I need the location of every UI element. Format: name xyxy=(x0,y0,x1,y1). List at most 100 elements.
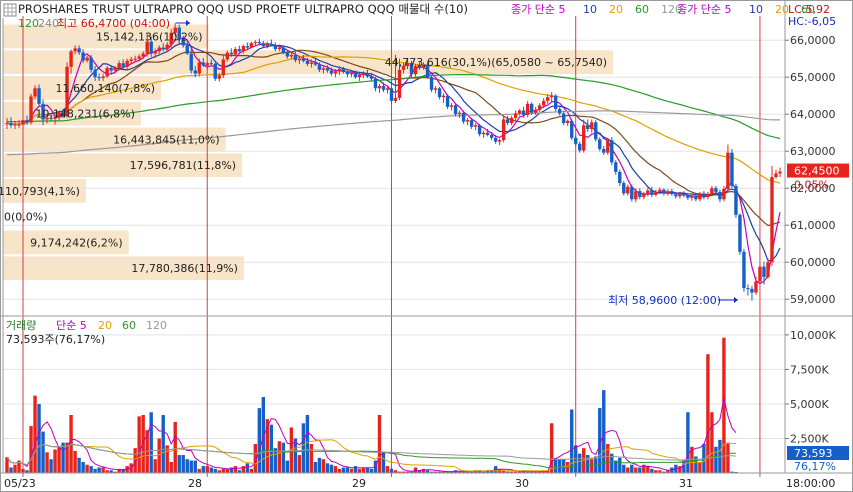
candle-body xyxy=(149,41,153,54)
candle-body xyxy=(513,113,518,118)
volume-legend-item: 20 xyxy=(98,319,112,332)
volume-bar xyxy=(301,423,306,473)
candle-body xyxy=(766,262,770,277)
volume-bar xyxy=(329,464,334,473)
volume-profile-label: 17,780,386(11,9%) xyxy=(131,262,238,275)
price-axis-label: 59,0000 xyxy=(790,293,836,306)
volume-bar xyxy=(45,452,49,473)
volume-bar xyxy=(61,442,65,473)
candle-body xyxy=(93,69,97,78)
volume-bar xyxy=(345,467,350,473)
candle-body xyxy=(389,88,394,101)
candle-body xyxy=(85,57,89,61)
candle-body xyxy=(125,60,129,67)
volume-bar xyxy=(205,466,209,473)
x-axis-label: 18:00:00 xyxy=(786,477,835,490)
volume-bar xyxy=(333,466,338,473)
candle-body xyxy=(682,193,686,196)
volume-bar xyxy=(325,463,330,473)
candle-body xyxy=(570,120,574,138)
candle-body xyxy=(361,73,366,75)
volume-bar xyxy=(249,468,254,473)
volume-bar xyxy=(225,468,229,473)
volume-bar xyxy=(77,457,81,473)
candle-body xyxy=(33,88,37,97)
volume-bar xyxy=(337,468,342,473)
candle-body xyxy=(497,140,502,142)
volume-bar xyxy=(638,467,642,473)
candle-body xyxy=(325,68,330,71)
volume-bar xyxy=(385,466,390,473)
ma-label-240: 240 xyxy=(38,17,59,30)
volume-profile-label: 9,174,242(6,2%) xyxy=(30,236,123,249)
candle-body xyxy=(734,185,738,215)
volume-bar xyxy=(161,415,165,473)
x-axis-label: 30 xyxy=(515,477,529,490)
candle-body xyxy=(750,288,754,293)
candle-body xyxy=(89,57,93,70)
candle-body xyxy=(598,139,602,149)
candle-body xyxy=(17,124,21,126)
candle-body xyxy=(189,53,193,71)
candle-body xyxy=(562,113,566,124)
volume-bar xyxy=(245,463,250,473)
candle-body xyxy=(321,68,326,70)
volume-bar xyxy=(622,464,626,473)
candle-body xyxy=(461,112,466,122)
candle-body xyxy=(521,110,526,115)
candle-body xyxy=(778,171,782,174)
candle-body xyxy=(397,69,402,98)
volume-bar xyxy=(177,455,181,473)
price-legend-item-2: 종가 단순 5 xyxy=(677,3,731,16)
candle-body xyxy=(630,186,634,200)
candle-body xyxy=(161,47,165,50)
candle-body xyxy=(209,63,213,65)
volume-bar xyxy=(185,459,189,473)
chart-canvas[interactable]: 15,142,136(10,2%) 44,773,616(30,1%)(65,05… xyxy=(0,0,853,492)
volume-bar xyxy=(21,468,25,473)
x-axis-label: 28 xyxy=(188,477,202,490)
candle-body xyxy=(718,191,722,200)
volume-bar xyxy=(33,395,37,473)
candle-body xyxy=(533,109,538,113)
volume-bar xyxy=(5,457,9,473)
candle-body xyxy=(309,62,314,64)
volume-bar xyxy=(726,442,730,473)
candle-body xyxy=(293,55,298,61)
candle-body xyxy=(485,132,490,135)
candle-body xyxy=(702,193,706,198)
volume-bar xyxy=(634,467,638,473)
candle-body xyxy=(726,152,730,189)
candle-body xyxy=(618,171,622,184)
candle-body xyxy=(185,45,189,54)
candle-body xyxy=(650,190,654,195)
candle-body xyxy=(473,125,478,127)
candle-body xyxy=(710,188,714,195)
candle-body xyxy=(590,122,594,129)
candle-body xyxy=(762,266,766,277)
volume-legend-item: 거래량 xyxy=(6,319,36,332)
volume-profile-label: 17,596,781(11,8%) xyxy=(130,159,237,172)
volume-profile-label: 11,660,140(7,8%) xyxy=(55,82,155,95)
candle-body xyxy=(269,43,274,46)
ma-line-10 xyxy=(6,42,781,262)
candle-body xyxy=(634,191,638,200)
volume-profile-label: 0(0,0%) xyxy=(4,211,48,224)
candle-body xyxy=(129,59,133,61)
volume-ma-20 xyxy=(6,439,736,472)
price-legend-item: 20 xyxy=(609,3,623,16)
volume-bar xyxy=(93,468,97,473)
candle-body xyxy=(77,48,81,53)
grid-toggle-icon[interactable] xyxy=(3,3,17,17)
volume-bar xyxy=(574,445,578,473)
current-volume-pct: 76,17% xyxy=(794,460,836,473)
candle-body xyxy=(449,105,454,107)
volume-axis-label: 7,500K xyxy=(790,363,829,376)
volume-bar xyxy=(169,461,173,473)
candle-body xyxy=(353,72,358,78)
volume-bar xyxy=(277,441,282,473)
volume-bar xyxy=(698,461,702,473)
candle-body xyxy=(586,125,590,129)
candle-body xyxy=(297,58,302,61)
volume-bar xyxy=(9,467,13,473)
